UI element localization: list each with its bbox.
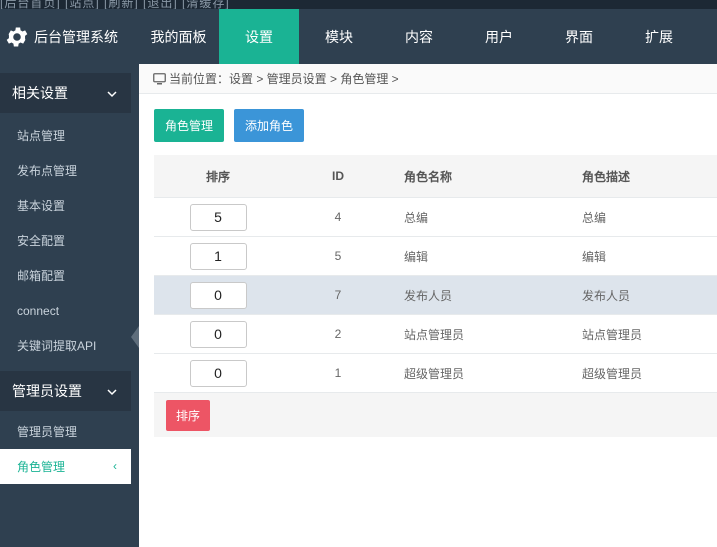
role-id: 5 (334, 249, 342, 263)
sidebar-collapse-handle[interactable] (131, 326, 139, 348)
nav-item-users[interactable]: 用户 (459, 9, 539, 64)
role-id: 4 (334, 210, 342, 224)
table-header: 排序 ID 角色名称 角色描述 (154, 155, 717, 198)
sidebar-item-basic-settings[interactable]: 基本设置 (0, 188, 131, 223)
sidebar-item-mail[interactable]: 邮箱配置 (0, 258, 131, 293)
role-id: 7 (334, 288, 342, 302)
roles-table: 排序 ID 角色名称 角色描述 4 总编 总编 5 编辑 编辑 7 发布人员 发… (154, 155, 717, 437)
col-id-header: ID (332, 169, 344, 183)
role-desc: 超级管理员 (582, 366, 643, 381)
order-input[interactable] (189, 359, 247, 387)
role-desc: 总编 (582, 210, 607, 225)
breadcrumb: 当前位置：设置 > 管理员设置 > 角色管理 > (139, 64, 717, 94)
sidebar-item-security[interactable]: 安全配置 (0, 223, 131, 258)
table-footer: 排序 (154, 393, 717, 437)
role-id: 2 (334, 327, 342, 341)
sidebar-group-related-settings[interactable]: 相关设置 (0, 73, 131, 113)
sidebar-item-keyword-api[interactable]: 关键词提取API (0, 328, 131, 363)
nav-item-settings[interactable]: 设置 (219, 9, 299, 64)
order-input[interactable] (189, 281, 247, 309)
role-desc: 站点管理员 (582, 327, 643, 342)
nav-item-dashboard[interactable]: 我的面板 (138, 9, 219, 64)
table-row: 4 总编 总编 (154, 198, 717, 237)
chevron-down-icon (107, 384, 117, 400)
order-input[interactable] (189, 203, 247, 231)
sidebar-item-label: 角色管理 (17, 460, 66, 474)
chevron-down-icon (107, 86, 117, 102)
nav-item-more[interactable]: 海 (699, 9, 717, 64)
role-desc: 发布人员 (582, 288, 631, 303)
sidebar-item-connect[interactable]: connect (0, 293, 131, 328)
sidebar-item-publish-points[interactable]: 发布点管理 (0, 153, 131, 188)
role-name: 超级管理员 (404, 366, 465, 381)
monitor-icon (153, 72, 166, 85)
role-desc: 编辑 (582, 249, 607, 264)
role-name: 站点管理员 (404, 327, 465, 342)
table-row: 2 站点管理员 站点管理员 (154, 315, 717, 354)
sidebar-group-admin-settings[interactable]: 管理员设置 (0, 371, 131, 411)
order-input[interactable] (189, 320, 247, 348)
nav-item-modules[interactable]: 模块 (299, 9, 379, 64)
sort-button[interactable]: 排序 (166, 399, 211, 431)
col-name-header: 角色名称 (404, 169, 453, 184)
toolbar: 角色管理 添加角色 (154, 109, 314, 142)
main-content: 当前位置：设置 > 管理员设置 > 角色管理 > 角色管理 添加角色 排序 ID… (139, 64, 717, 547)
table-row: 5 编辑 编辑 (154, 237, 717, 276)
top-toolbar-strip: [后台首页] [站点] [刷新] [退出] [清缓存] (0, 0, 717, 9)
sidebar-item-role-manage[interactable]: 角色管理 ‹ (0, 449, 131, 484)
order-input[interactable] (189, 242, 247, 270)
add-role-button[interactable]: 添加角色 (234, 109, 305, 142)
table-row: 7 发布人员 发布人员 (154, 276, 717, 315)
nav-item-interface[interactable]: 界面 (539, 9, 619, 64)
top-toolbar-links[interactable]: [后台首页] [站点] [刷新] [退出] [清缓存] (0, 0, 230, 9)
sidebar-item-admin-manage[interactable]: 管理员管理 (0, 414, 131, 449)
role-name: 发布人员 (404, 288, 453, 303)
brand-name: 后台管理系统 (34, 28, 118, 45)
sidebar-group-label: 管理员设置 (12, 383, 82, 399)
col-order-header: 排序 (205, 169, 230, 184)
breadcrumb-text: 当前位置：设置 > 管理员设置 > 角色管理 > (169, 72, 399, 86)
sidebar-item-site-manage[interactable]: 站点管理 (0, 118, 131, 153)
sidebar: 相关设置 站点管理 发布点管理 基本设置 安全配置 邮箱配置 connect 关… (0, 64, 139, 547)
header-bar: 后台管理系统 我的面板 设置 模块 内容 用户 界面 扩展 海 (0, 9, 717, 64)
table-row: 1 超级管理员 超级管理员 (154, 354, 717, 393)
nav-item-content[interactable]: 内容 (379, 9, 459, 64)
chevron-left-icon: ‹ (113, 459, 117, 473)
role-manage-button[interactable]: 角色管理 (154, 109, 225, 142)
brand: 后台管理系统 (0, 9, 138, 64)
role-name: 总编 (404, 210, 429, 225)
top-nav: 我的面板 设置 模块 内容 用户 界面 扩展 海 (138, 9, 717, 64)
col-desc-header: 角色描述 (582, 169, 631, 184)
nav-item-extend[interactable]: 扩展 (619, 9, 699, 64)
gear-icon (4, 24, 30, 50)
role-name: 编辑 (404, 249, 429, 264)
sidebar-group-label: 相关设置 (12, 85, 68, 101)
role-id: 1 (334, 366, 342, 380)
